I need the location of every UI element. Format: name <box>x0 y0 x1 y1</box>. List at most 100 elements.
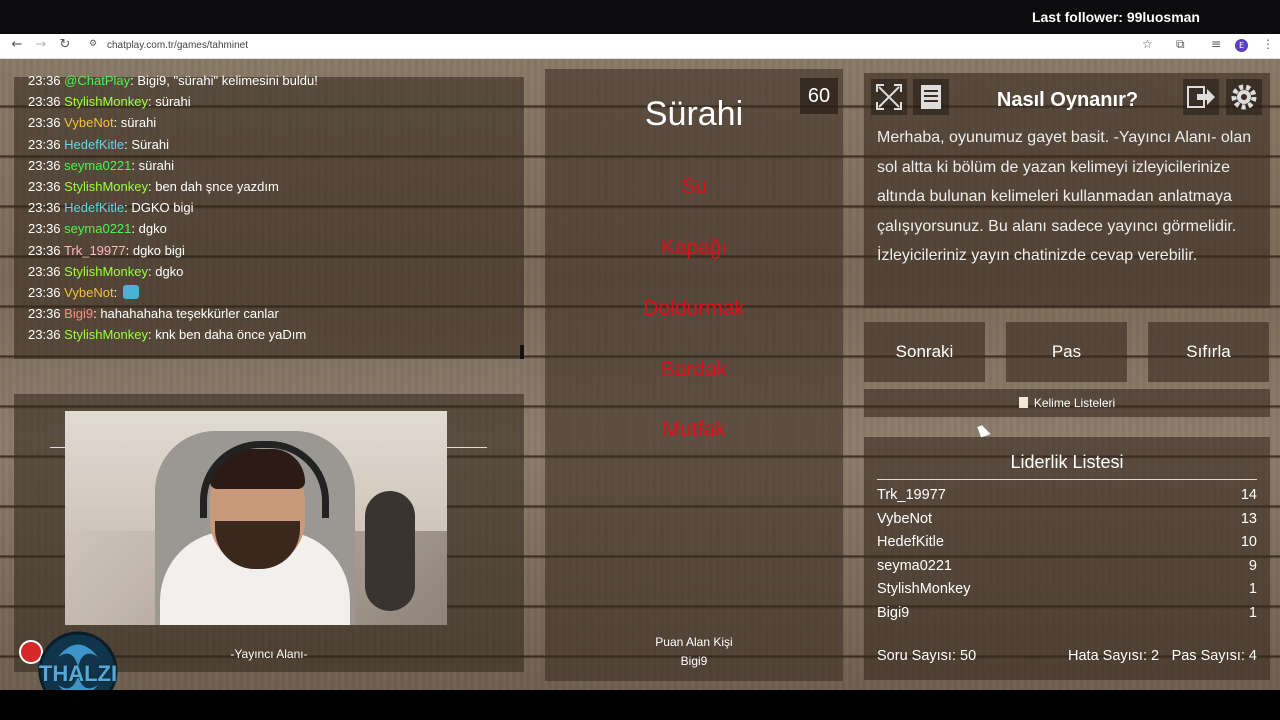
chat-username[interactable]: StylishMonkey <box>64 94 148 109</box>
list-icon <box>1018 397 1028 408</box>
chat-username[interactable]: StylishMonkey <box>64 327 148 342</box>
pass-button[interactable]: Pas <box>1006 322 1127 382</box>
leaderboard-score: 1 <box>1248 581 1257 598</box>
chat-username[interactable]: VybeNot <box>64 115 113 130</box>
chat-timestamp: 23:36 <box>28 221 61 237</box>
media-control-icon[interactable]: ≡ <box>1211 37 1221 51</box>
scorer-name: Bigi9 <box>680 654 708 668</box>
chat-timestamp: 23:36 <box>28 115 61 131</box>
reset-button[interactable]: Sıfırla <box>1148 322 1269 382</box>
address-bar[interactable]: chatplay.com.tr/games/tahminet <box>107 36 248 56</box>
chat-message: 23:36 StylishMonkey: ben dah şnce yazdım <box>28 176 318 197</box>
chat-username[interactable]: StylishMonkey <box>64 264 148 279</box>
site-info-icon[interactable]: ⚙ <box>84 39 102 49</box>
leaderboard-score: 10 <box>1240 534 1257 551</box>
chat-text: : sürahi <box>131 157 175 173</box>
chat-username[interactable]: StylishMonkey <box>64 179 148 194</box>
leaderboard-row: Bigi9 1 <box>877 602 1257 626</box>
chat-message: 23:36 @ChatPlay: Bigi9, "sürahi" kelimes… <box>28 70 318 91</box>
chat-timestamp: 23:36 <box>28 306 61 322</box>
chat-text: : sürahi <box>113 115 157 131</box>
pass-count: Pas Sayısı: 4 <box>1171 648 1257 664</box>
leaderboard-name: StylishMonkey <box>877 581 971 598</box>
reload-icon[interactable]: ↻ <box>56 37 74 52</box>
chat-message: 23:36 VybeNot: sürahi <box>28 112 318 133</box>
word-lists-button[interactable]: Kelime Listeleri <box>864 389 1270 417</box>
chat-username[interactable]: seyma0221 <box>64 158 131 173</box>
chat-text: : hahahahaha teşekkürler canlar <box>93 306 279 322</box>
forward-icon[interactable]: → <box>32 37 50 52</box>
chat-message: 23:36 StylishMonkey: sürahi <box>28 91 318 112</box>
extensions-icon[interactable]: ⧉ <box>1176 37 1185 52</box>
chat-username[interactable]: HedefKitle <box>64 137 124 152</box>
separator-line <box>447 447 487 448</box>
leaderboard-row: StylishMonkey 1 <box>877 578 1257 602</box>
leaderboard-row: HedefKitle 10 <box>877 531 1257 555</box>
leaderboard-name: Bigi9 <box>877 604 910 621</box>
how-to-play-text: Merhaba, oyunumuz gayet basit. -Yayıncı … <box>877 129 1252 264</box>
chat-timestamp: 23:36 <box>28 94 61 110</box>
chat-message: 23:36 Bigi9: hahahahaha teşekkürler canl… <box>28 303 318 324</box>
question-count: Soru Sayısı: 50 <box>877 648 977 664</box>
leaderboard-score: 9 <box>1248 557 1257 574</box>
bottom-bar <box>0 690 1280 720</box>
back-icon[interactable]: ← <box>8 37 26 52</box>
next-button[interactable]: Sonraki <box>864 322 985 382</box>
chat-text: : Sürahi <box>124 136 169 152</box>
chat-message: 23:36 StylishMonkey: dgko <box>28 261 318 282</box>
chat-text: : <box>113 284 121 300</box>
chat-timestamp: 23:36 <box>28 242 61 258</box>
taboo-word: Mutfak <box>662 418 726 441</box>
chat-text: : dgko bigi <box>125 242 185 258</box>
chat-timestamp: 23:36 <box>28 136 61 152</box>
chat-panel: 23:36 @ChatPlay: Bigi9, "sürahi" kelimes… <box>14 73 524 359</box>
chat-message: 23:36 seyma0221: sürahi <box>28 155 318 176</box>
settings-gear-icon[interactable] <box>1226 79 1262 115</box>
chat-timestamp: 23:36 <box>28 284 61 300</box>
taboo-word: Bardak <box>660 358 728 381</box>
chat-text: : sürahi <box>147 94 191 110</box>
chat-username[interactable]: Trk_19977 <box>64 243 126 258</box>
channel-logo-text: THALZI <box>38 661 118 686</box>
chat-message: 23:36 HedefKitle: DGKO bigi <box>28 197 318 218</box>
chat-timestamp: 23:36 <box>28 178 61 194</box>
webcam-feed <box>65 411 447 625</box>
chat-timestamp: 23:36 <box>28 200 61 216</box>
chat-username[interactable]: VybeNot <box>64 285 113 300</box>
chat-text: : Bigi9, "sürahi" kelimesini buldu! <box>130 73 318 88</box>
chat-username[interactable]: Bigi9 <box>64 306 93 321</box>
leaderboard-score: 13 <box>1240 510 1257 527</box>
taboo-word: Kapağı <box>660 236 728 259</box>
profile-avatar[interactable]: E <box>1235 39 1248 52</box>
leaderboard-score: 14 <box>1240 487 1257 503</box>
chat-username[interactable]: seyma0221 <box>64 221 131 236</box>
leaderboard-list: Trk_19977 14 VybeNot 13 HedefKitle 10 seyma022… <box>877 484 1257 626</box>
fullscreen-icon[interactable] <box>871 79 907 115</box>
target-word: Sürahi <box>644 95 744 133</box>
error-count: Hata Sayısı: 2 <box>1068 648 1160 664</box>
menu-kebab-icon[interactable]: ⋮ <box>1262 37 1274 51</box>
document-icon[interactable] <box>913 79 949 115</box>
leaderboard-score: 1 <box>1248 604 1257 621</box>
leaderboard-row: seyma0221 9 <box>877 555 1257 579</box>
chat-message-list: 23:36 @ChatPlay: Bigi9, "sürahi" kelimes… <box>28 70 318 345</box>
chat-message: 23:36 VybeNot: <box>28 282 318 303</box>
taboo-word: Su <box>681 175 707 198</box>
bookmark-star-icon[interactable]: ☆ <box>1142 37 1153 51</box>
taboo-word: Doldurmak <box>643 297 745 320</box>
chat-message: 23:36 Trk_19977: dgko bigi <box>28 240 318 261</box>
chat-timestamp: 23:36 <box>28 263 61 279</box>
chat-timestamp: 23:36 <box>28 327 61 343</box>
last-follower-text: Last follower: 99luosman <box>1031 9 1200 25</box>
chat-username[interactable]: @ChatPlay <box>64 73 130 88</box>
leaderboard-title: Liderlik Listesi <box>877 452 1257 480</box>
stream-overlay-bar: Last follower: 99luosman <box>0 0 1280 34</box>
browser-toolbar: ← → ↻ ⚙ chatplay.com.tr/games/tahminet ☆… <box>0 34 1280 59</box>
chat-username[interactable]: HedefKitle <box>64 200 124 215</box>
chat-message: 23:36 StylishMonkey: knk ben daha önce y… <box>28 324 318 345</box>
chat-timestamp: 23:36 <box>28 157 61 173</box>
chat-text: : knk ben daha önce yaDım <box>147 327 307 343</box>
chat-timestamp: 23:36 <box>28 73 61 88</box>
leaderboard-row: Trk_19977 14 <box>877 484 1257 508</box>
exit-icon[interactable] <box>1183 79 1219 115</box>
